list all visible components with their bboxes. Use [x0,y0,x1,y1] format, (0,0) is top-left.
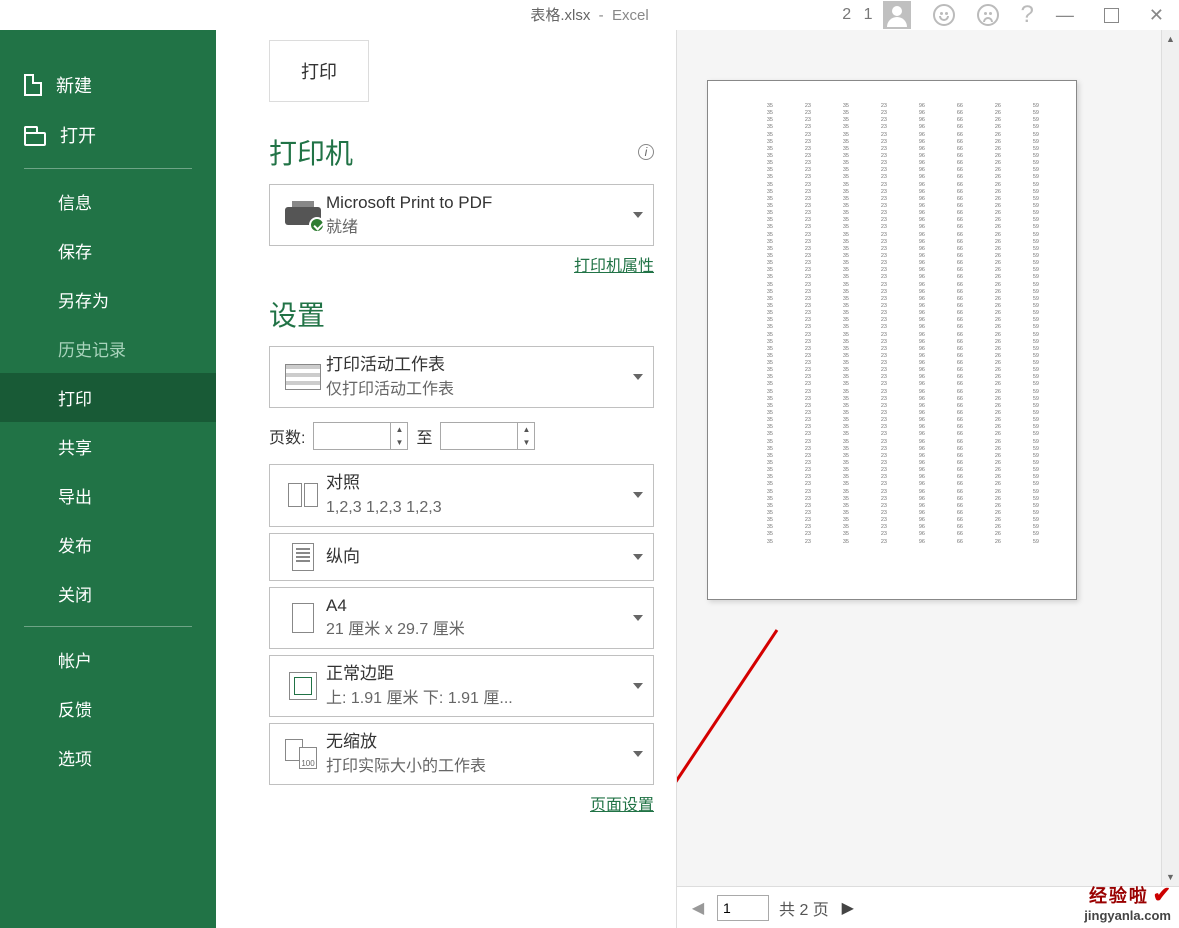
paper-size-dropdown[interactable]: A4 21 厘米 x 29.7 厘米 [269,587,654,649]
collate-dropdown[interactable]: 对照 1,2,3 1,2,3 1,2,3 [269,464,654,526]
print-preview-pane: 3523352396662659352335239666265935233523… [676,30,1179,928]
print-settings-pane: 打印 打印机 i Microsoft Print to PDF 就绪 打印机属性… [216,30,676,928]
pages-from-input[interactable] [313,422,391,450]
next-page-button[interactable]: ▶ [839,898,857,918]
chevron-down-icon [633,615,643,621]
sidebar-print[interactable]: 打印 [0,373,216,422]
backstage-sidebar: 新建 打开 信息 保存 另存为 历史记录 打印 共享 导出 发布 关闭 帐户 反… [0,30,216,928]
smile-icon[interactable] [933,4,955,26]
chevron-down-icon [633,492,643,498]
sidebar-close[interactable]: 关闭 [0,569,216,618]
new-icon [24,74,42,96]
avatar-icon [883,1,911,29]
watermark: 经验啦 ✔ jingyanla.com [1084,882,1171,924]
spinner-up-icon[interactable]: ▲ [518,423,534,436]
printer-icon [285,201,321,229]
spinner-down-icon[interactable]: ▼ [518,436,534,449]
paper-icon [292,603,314,633]
title-bar: 表格.xlsx - Excel 2 1 ? — ✕ [0,0,1179,30]
margins-icon [289,672,317,700]
sidebar-export[interactable]: 导出 [0,471,216,520]
user-info[interactable]: 2 1 [842,1,910,29]
settings-heading: 设置 [269,294,654,334]
scaling-dropdown[interactable]: 100 无缩放 打印实际大小的工作表 [269,723,654,785]
sidebar-publish[interactable]: 发布 [0,520,216,569]
sidebar-separator [24,168,192,169]
help-icon[interactable]: ? [1021,1,1034,29]
collate-icon [288,483,318,507]
sidebar-saveas[interactable]: 另存为 [0,275,216,324]
sidebar-save[interactable]: 保存 [0,226,216,275]
prev-page-button[interactable]: ◀ [689,898,707,918]
scroll-up-icon[interactable]: ▲ [1162,30,1179,48]
frown-icon[interactable] [977,4,999,26]
open-icon [24,132,46,146]
preview-page: 3523352396662659352335239666265935233523… [707,80,1077,600]
close-icon[interactable]: ✕ [1149,5,1164,26]
chevron-down-icon [633,554,643,560]
printer-properties-link[interactable]: 打印机属性 [574,258,654,275]
maximize-icon[interactable] [1104,8,1119,23]
window-filename: 表格.xlsx [530,7,590,24]
chevron-down-icon [633,212,643,218]
scaling-icon: 100 [285,739,321,769]
printer-dropdown[interactable]: Microsoft Print to PDF 就绪 [269,184,654,246]
chevron-down-icon [633,374,643,380]
chevron-down-icon [633,751,643,757]
pages-to-input[interactable] [440,422,518,450]
spinner-down-icon[interactable]: ▼ [391,436,407,449]
printer-heading: 打印机 i [269,132,654,172]
print-button[interactable]: 打印 [269,40,369,102]
preview-area: 3523352396662659352335239666265935233523… [677,30,1161,886]
chevron-down-icon [633,683,643,689]
orientation-dropdown[interactable]: 纵向 [269,533,654,581]
app-name: Excel [612,7,649,24]
info-icon[interactable]: i [638,144,654,160]
pages-row: 页数: ▲▼ 至 ▲▼ [269,414,654,464]
margins-dropdown[interactable]: 正常边距 上: 1.91 厘米 下: 1.91 厘... [269,655,654,717]
sidebar-info[interactable]: 信息 [0,177,216,226]
page-setup-link[interactable]: 页面设置 [590,797,654,814]
sidebar-share[interactable]: 共享 [0,422,216,471]
page-of-label: 共 2 页 [779,896,829,920]
pages-to-spinner[interactable]: ▲▼ [440,422,535,450]
sidebar-open[interactable]: 打开 [0,110,216,160]
pages-from-spinner[interactable]: ▲▼ [313,422,408,450]
vertical-scrollbar[interactable]: ▲ ▼ [1161,30,1179,886]
spinner-up-icon[interactable]: ▲ [391,423,407,436]
current-page-input[interactable] [717,895,769,921]
sidebar-separator-2 [24,626,192,627]
sheet-icon [285,364,321,390]
minimize-icon[interactable]: — [1056,5,1074,26]
sidebar-account[interactable]: 帐户 [0,635,216,684]
sidebar-new[interactable]: 新建 [0,60,216,110]
print-what-dropdown[interactable]: 打印活动工作表 仅打印活动工作表 [269,346,654,408]
sidebar-options[interactable]: 选项 [0,733,216,782]
portrait-icon [292,543,314,571]
sidebar-history[interactable]: 历史记录 [0,324,216,373]
sidebar-feedback[interactable]: 反馈 [0,684,216,733]
